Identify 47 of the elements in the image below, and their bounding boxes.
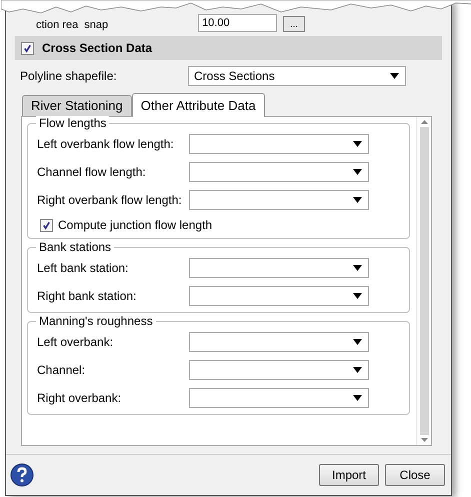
field-label: Polyline shapefile: <box>20 69 118 83</box>
field-label: Left overbank: <box>37 335 114 349</box>
caret-icon <box>353 293 362 299</box>
caret-icon <box>353 169 362 175</box>
caret-icon <box>353 339 362 345</box>
caret-icon <box>353 395 362 401</box>
group-title: Manning's roughness <box>36 314 156 328</box>
dropdown[interactable] <box>189 286 369 306</box>
input-field[interactable]: 10.00 <box>198 14 278 32</box>
group-title: Flow lengths <box>36 116 110 130</box>
tab[interactable]: River Stationing <box>22 95 132 116</box>
dropdown[interactable] <box>189 388 369 408</box>
field-label: ction rea <box>36 19 78 32</box>
caret-icon <box>353 141 362 147</box>
dropdown[interactable] <box>189 190 369 210</box>
scroll-thumb[interactable] <box>420 127 428 435</box>
tab[interactable]: Other Attribute Data <box>132 93 265 117</box>
field-label: Right overbank flow length: <box>37 193 183 207</box>
field-label: Left bank station: <box>37 261 130 275</box>
caret-icon <box>353 367 362 373</box>
scroll-down-icon[interactable] <box>420 438 428 442</box>
caret-icon <box>353 265 362 271</box>
checkbox-label: Compute junction flow length <box>58 218 212 232</box>
dialog-button[interactable]: Close <box>385 464 445 486</box>
field-label: Right overbank: <box>37 391 122 405</box>
field-label: Channel: <box>37 363 86 377</box>
scrollbar[interactable] <box>416 117 431 445</box>
dropdown[interactable]: Cross Sections <box>188 66 406 86</box>
help-icon[interactable] <box>10 463 34 487</box>
field-label: Left overbank flow length: <box>37 137 175 151</box>
caret-icon <box>390 73 399 79</box>
dropdown[interactable] <box>189 258 369 278</box>
field-label: snap <box>84 19 108 32</box>
browse-button[interactable]: ... <box>283 16 306 32</box>
dropdown[interactable] <box>189 360 369 380</box>
field-label: Right bank station: <box>37 289 138 303</box>
dropdown[interactable] <box>189 162 369 182</box>
dropdown[interactable] <box>189 332 369 352</box>
dialog-button[interactable]: Import <box>319 464 379 486</box>
checkbox[interactable] <box>40 218 53 232</box>
caret-icon <box>353 197 362 203</box>
dropdown[interactable] <box>189 134 369 154</box>
section-title: Cross Section Data <box>42 41 152 55</box>
checkbox[interactable] <box>21 42 34 54</box>
field-label: Channel flow length: <box>37 165 147 179</box>
scroll-up-icon[interactable] <box>420 120 428 124</box>
group-title: Bank stations <box>36 240 114 254</box>
